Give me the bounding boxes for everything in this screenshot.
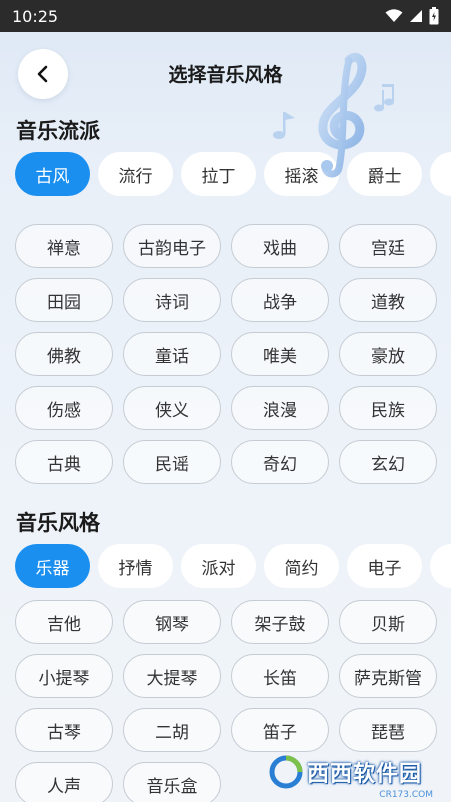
tab-dianzi[interactable]: 电子 xyxy=(347,544,422,588)
chip[interactable]: 吉他 xyxy=(15,600,113,644)
chip[interactable]: 长笛 xyxy=(231,654,329,698)
chip[interactable]: 架子鼓 xyxy=(231,600,329,644)
section-title: 音乐流派 xyxy=(16,119,100,143)
watermark-sub: CR173.COM xyxy=(379,790,433,800)
chip[interactable]: 伤感 xyxy=(15,386,113,430)
chip[interactable]: 诗词 xyxy=(123,278,221,322)
tab-more[interactable] xyxy=(430,152,451,196)
status-icons xyxy=(385,7,439,25)
wifi-icon xyxy=(385,9,403,22)
genre-chip-grid: 禅意 古韵电子 戏曲 宫廷 田园 诗词 战争 道教 佛教 童话 唯美 豪放 伤感… xyxy=(0,224,451,484)
chip[interactable]: 古琴 xyxy=(15,708,113,752)
tab-lading[interactable]: 拉丁 xyxy=(181,152,256,196)
watermark-logo-icon xyxy=(269,755,303,789)
tab-liuxing[interactable]: 流行 xyxy=(98,152,173,196)
chip[interactable]: 萨克斯管 xyxy=(339,654,437,698)
chip[interactable]: 佛教 xyxy=(15,332,113,376)
status-bar: 10:25 xyxy=(0,0,451,32)
chip[interactable]: 战争 xyxy=(231,278,329,322)
tab-yueqi[interactable]: 乐器 xyxy=(15,544,90,588)
chip[interactable]: 古韵电子 xyxy=(123,224,221,268)
chip[interactable]: 唯美 xyxy=(231,332,329,376)
section-title: 音乐风格 xyxy=(16,511,100,535)
chip[interactable]: 古典 xyxy=(15,440,113,484)
chip[interactable]: 小提琴 xyxy=(15,654,113,698)
chip[interactable]: 宫廷 xyxy=(339,224,437,268)
status-time: 10:25 xyxy=(12,6,59,26)
chip[interactable]: 戏曲 xyxy=(231,224,329,268)
chip[interactable]: 大提琴 xyxy=(123,654,221,698)
signal-icon xyxy=(410,10,422,22)
watermark-text: 西西软件园 xyxy=(307,762,423,787)
chip[interactable]: 音乐盒 xyxy=(123,762,221,802)
chip[interactable]: 二胡 xyxy=(123,708,221,752)
chip[interactable]: 侠义 xyxy=(123,386,221,430)
tab-gufeng[interactable]: 古风 xyxy=(15,152,90,196)
chip[interactable]: 禅意 xyxy=(15,224,113,268)
tab-more[interactable] xyxy=(430,544,451,588)
chip[interactable]: 民谣 xyxy=(123,440,221,484)
tab-shuqing[interactable]: 抒情 xyxy=(98,544,173,588)
chip[interactable]: 奇幻 xyxy=(231,440,329,484)
chip[interactable]: 童话 xyxy=(123,332,221,376)
chip[interactable]: 浪漫 xyxy=(231,386,329,430)
tab-paidui[interactable]: 派对 xyxy=(181,544,256,588)
chip[interactable]: 玄幻 xyxy=(339,440,437,484)
chip[interactable]: 豪放 xyxy=(339,332,437,376)
watermark: 西西软件园 xyxy=(269,750,439,794)
chip[interactable]: 笛子 xyxy=(231,708,329,752)
chip[interactable]: 道教 xyxy=(339,278,437,322)
style-tabs: 乐器 抒情 派对 简约 电子 xyxy=(0,544,451,588)
chip[interactable]: 琵琶 xyxy=(339,708,437,752)
battery-icon xyxy=(429,7,439,25)
tab-jianyue[interactable]: 简约 xyxy=(264,544,339,588)
chip[interactable]: 民族 xyxy=(339,386,437,430)
chip[interactable]: 贝斯 xyxy=(339,600,437,644)
chip[interactable]: 田园 xyxy=(15,278,113,322)
chip[interactable]: 钢琴 xyxy=(123,600,221,644)
chip[interactable]: 人声 xyxy=(15,762,113,802)
